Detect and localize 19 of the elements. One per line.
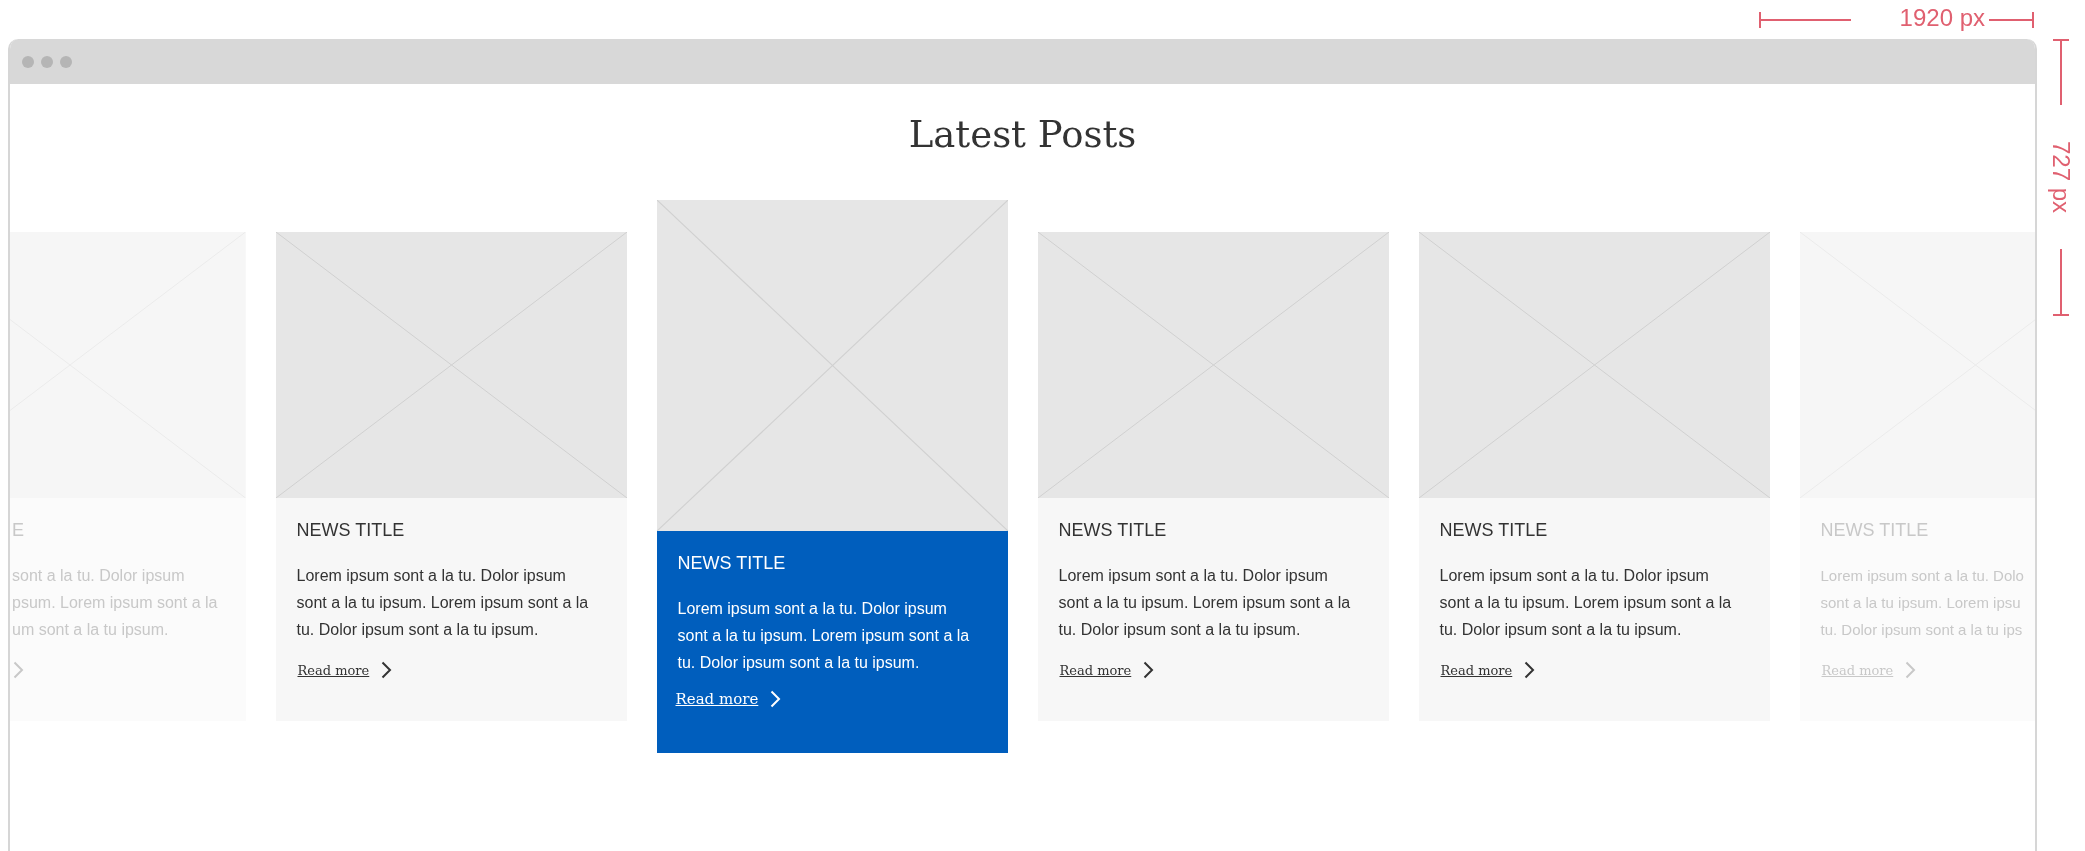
chevron-right-icon[interactable]	[381, 661, 393, 679]
post-excerpt: Lorem ipsum sont a la tu. Dolor ipsum sont a la tu ipsum. Lorem ipsum sont a la tu. Dolor ipsum sont a la tu ipsum.	[1058, 566, 1352, 640]
post-excerpt: Lorem ipsum sont a la tu. Dolor ipsum sont a la tu ipsum. Lorem ipsum sont a la tu. Dolor ipsum sont a la tu ipsum.	[1439, 566, 1733, 640]
window-dot-icon	[22, 55, 34, 68]
window-dot-icon	[41, 55, 53, 68]
read-more-link[interactable]: Read more	[297, 662, 370, 678]
read-more-link[interactable]: Read more	[1059, 662, 1132, 678]
news-title: NEWS TITLE	[296, 519, 406, 542]
section-heading: Latest Posts	[907, 112, 1138, 158]
chevron-right-icon[interactable]	[1143, 661, 1155, 679]
news-title: NEWS TITLE	[1058, 519, 1168, 542]
read-more-link[interactable]: Read more	[1440, 662, 1513, 678]
chevron-right-icon[interactable]	[1524, 661, 1536, 679]
post-excerpt: Lorem ipsum sont a la tu. Dolor ipsum sont a la tu ipsum. Lorem ipsum sont a la tu. Dolor ipsum sont a la tu ipsum.	[296, 566, 590, 640]
news-title: NEWS TITLE	[677, 552, 787, 575]
news-title: NEWS TITLE	[1439, 519, 1549, 542]
window-dot-icon	[60, 55, 72, 68]
read-more-link[interactable]: Read more	[675, 690, 759, 708]
post-excerpt: Lorem ipsum sont a la tu. Dolor ipsum sont a la tu ipsum. Lorem ipsum sont a la tu. Dolor ipsum sont a la tu ipsum.	[677, 599, 971, 673]
